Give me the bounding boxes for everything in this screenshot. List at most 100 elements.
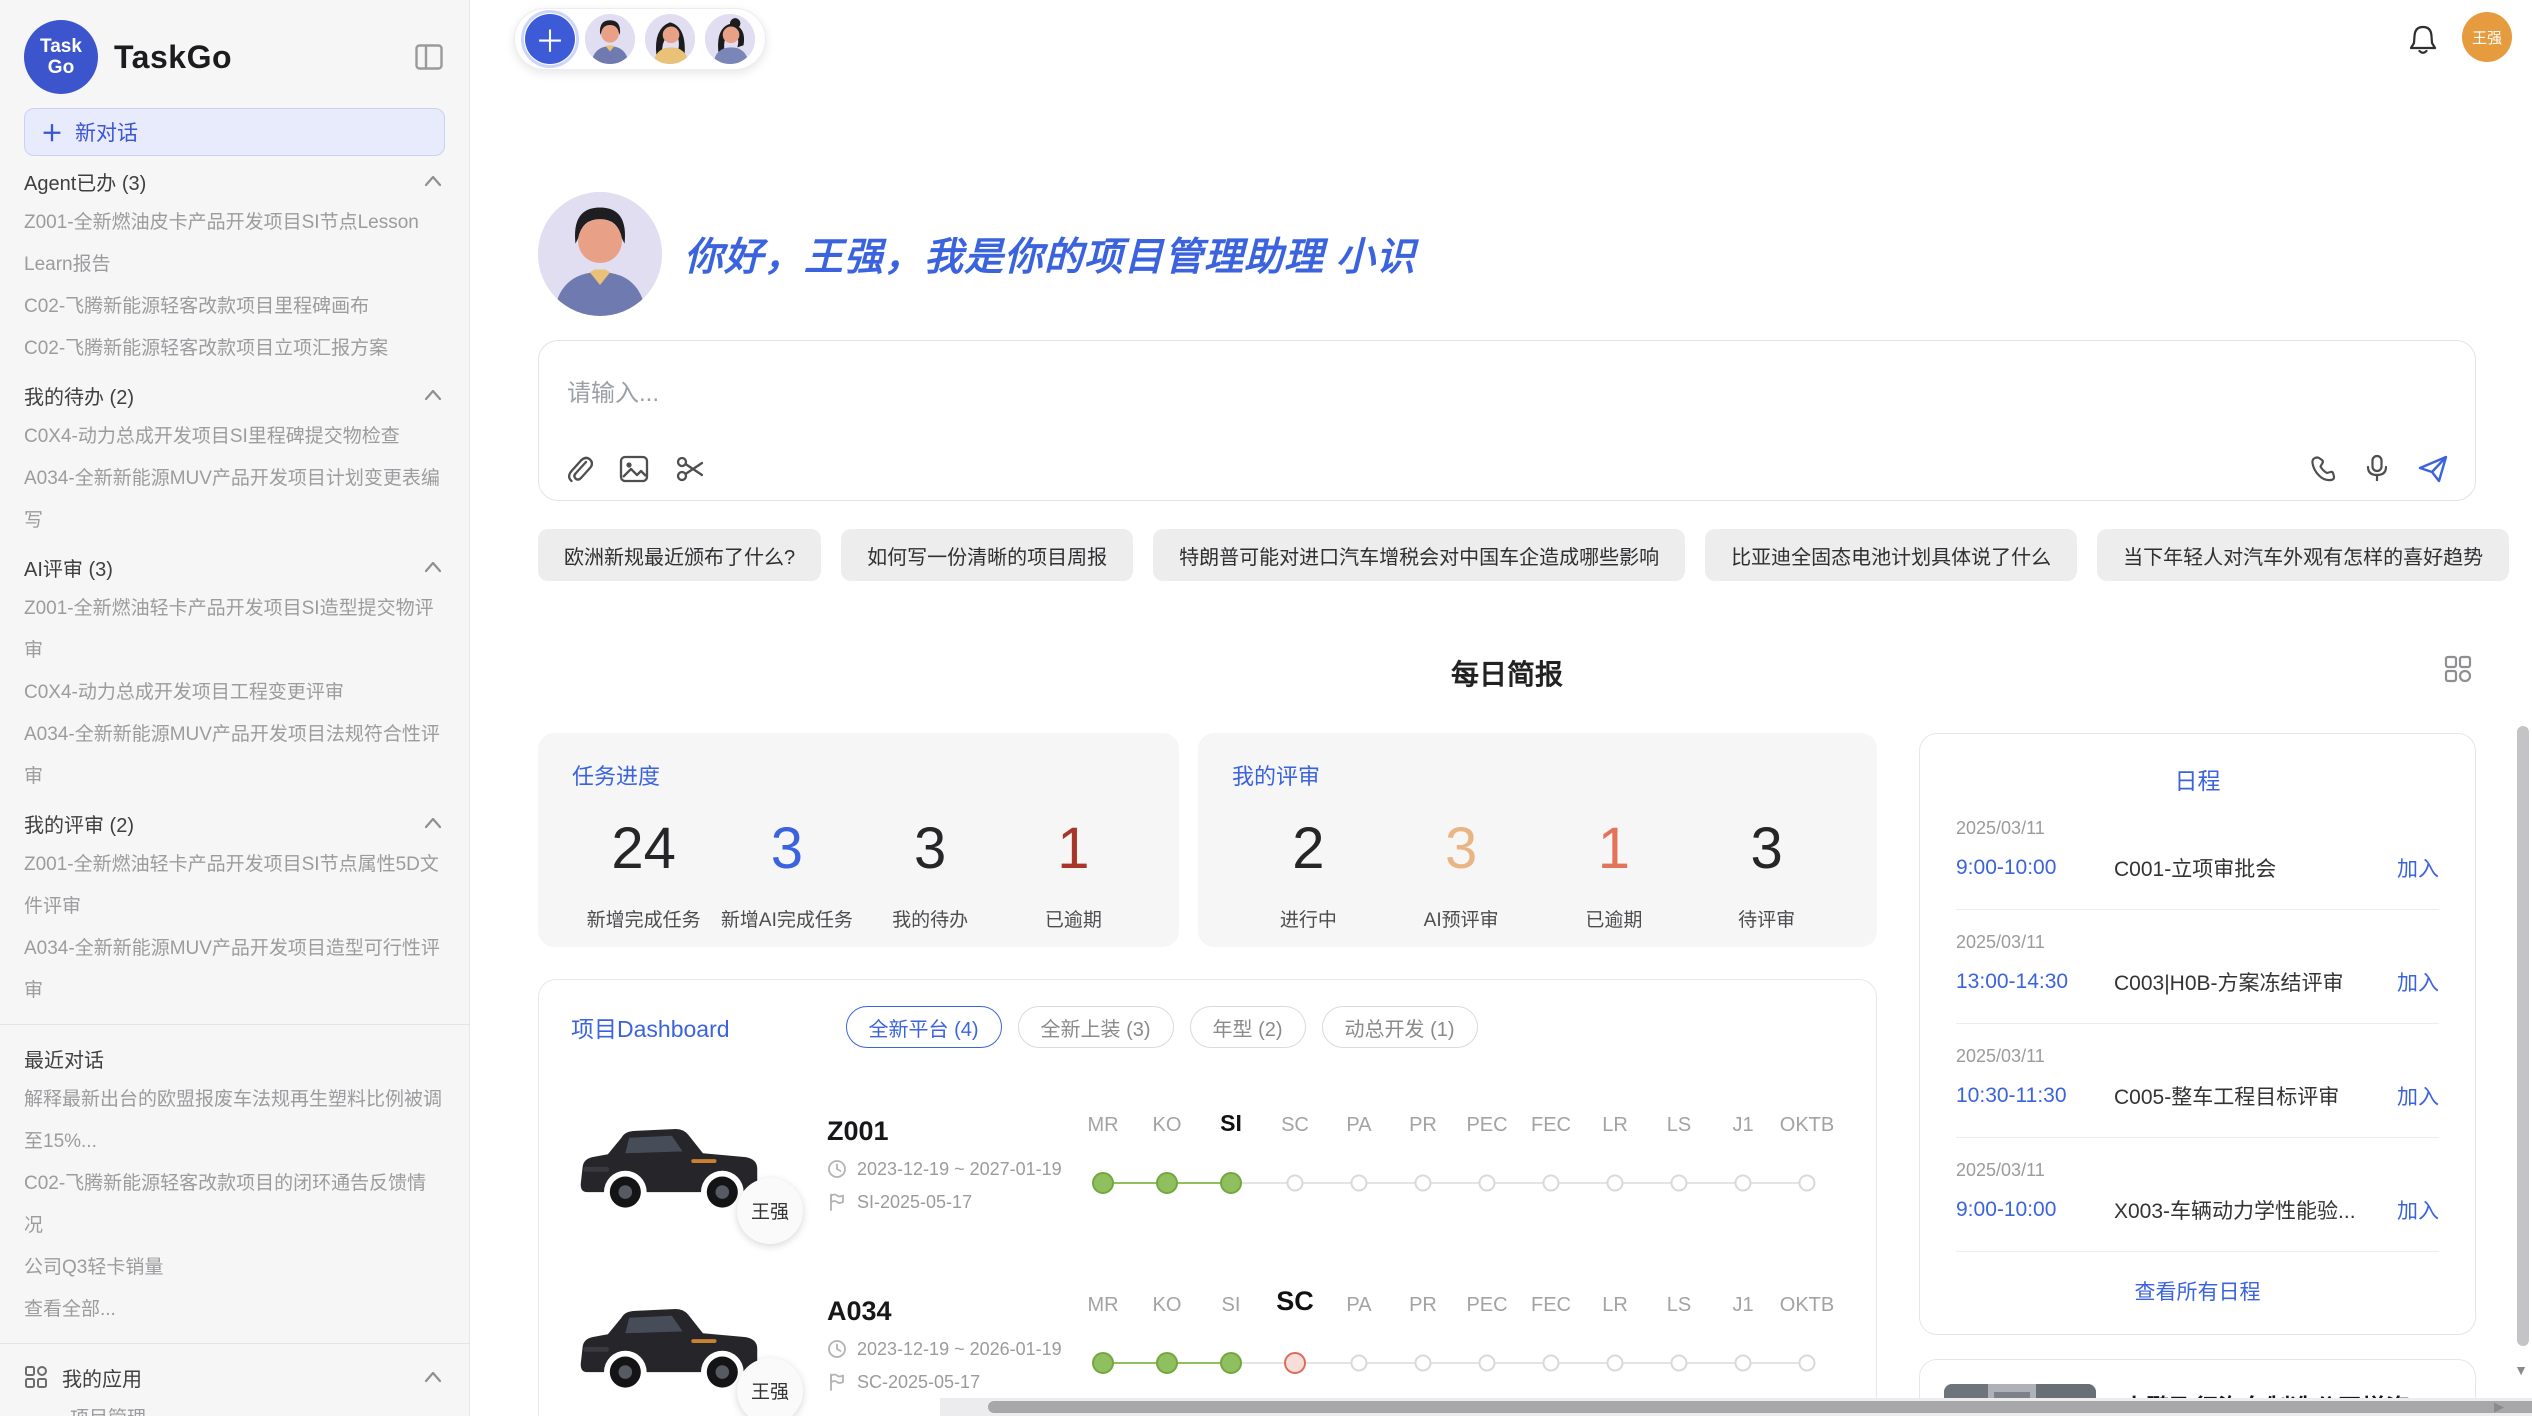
section-header[interactable]: 我的评审 (2) — [24, 802, 445, 844]
chevron-up-icon[interactable] — [421, 814, 445, 832]
milestone-dot[interactable] — [1220, 1172, 1242, 1194]
milestone-dot[interactable] — [1799, 1175, 1816, 1192]
milestone-dot[interactable] — [1479, 1355, 1496, 1372]
sidebar-item[interactable]: A034-全新新能源MUV产品开发项目法规符合性评审 — [24, 714, 445, 798]
apps-grid-icon — [24, 1365, 48, 1389]
dashboard-filter-chip[interactable]: 全新上装 (3) — [1018, 1006, 1174, 1048]
dashboard-filter-chip[interactable]: 全新平台 (4) — [846, 1006, 1002, 1048]
microphone-icon[interactable] — [2365, 454, 2389, 484]
suggestion-chip[interactable]: 欧洲新规最近颁布了什么? — [538, 529, 821, 581]
recent-header: 最近对话 — [24, 1037, 445, 1079]
chevron-up-icon[interactable] — [421, 172, 445, 190]
new-chat-button[interactable]: ＋ 新对话 — [24, 108, 445, 156]
milestone-dot[interactable] — [1156, 1352, 1178, 1374]
chevron-up-icon[interactable] — [421, 1368, 445, 1386]
dashboard-filter-chip[interactable]: 动总开发 (1) — [1322, 1006, 1478, 1048]
chevron-up-icon[interactable] — [421, 558, 445, 576]
scissors-icon[interactable] — [675, 455, 705, 483]
my-apps-header[interactable]: 我的应用 — [24, 1356, 445, 1398]
section-label: 我的评审 (2) — [24, 809, 134, 838]
project-flag: SC-2025-05-17 — [827, 1372, 1079, 1393]
milestone-dot[interactable] — [1351, 1355, 1368, 1372]
sidebar-item[interactable]: C0X4-动力总成开发项目工程变更评审 — [24, 672, 445, 714]
project-row[interactable]: 王强 Z001 2023-12-19 ~ 2027-01-19 SI-2025-… — [571, 1100, 1844, 1228]
paperclip-icon[interactable] — [565, 454, 593, 484]
stat-card: 我的评审 2 进行中 3 AI预评审 1 已逾期 3 待评审 — [1198, 733, 1877, 947]
recent-label: 最近对话 — [24, 1044, 104, 1073]
milestone-dot[interactable] — [1415, 1355, 1432, 1372]
milestone-dot[interactable] — [1671, 1355, 1688, 1372]
suggestion-chip[interactable]: 当下年轻人对汽车外观有怎样的喜好趋势 — [2097, 529, 2509, 581]
milestone-dot[interactable] — [1092, 1172, 1114, 1194]
right-column: 日程 2025/03/11 9:00-10:00 C001-立项审批会 加入 2… — [1919, 733, 2476, 1416]
milestone-dot[interactable] — [1479, 1175, 1496, 1192]
sidebar-item[interactable]: Z001-全新燃油皮卡产品开发项目SI节点Lesson Learn报告 — [24, 202, 445, 286]
view-all-schedule-link[interactable]: 查看所有日程 — [1956, 1252, 2439, 1314]
milestone-dot[interactable] — [1735, 1175, 1752, 1192]
join-link[interactable]: 加入 — [2397, 1081, 2439, 1111]
join-link[interactable]: 加入 — [2397, 853, 2439, 883]
milestone-dot[interactable] — [1543, 1175, 1560, 1192]
chevron-up-icon[interactable] — [421, 386, 445, 404]
dashboard-filter-chip[interactable]: 年型 (2) — [1190, 1006, 1306, 1048]
milestone-dot[interactable] — [1092, 1352, 1114, 1374]
milestone-dot[interactable] — [1607, 1355, 1624, 1372]
sidebar-item[interactable]: A034-全新新能源MUV产品开发项目造型可行性评审 — [24, 928, 445, 1012]
milestone-dot[interactable] — [1607, 1175, 1624, 1192]
milestone-dot[interactable] — [1220, 1352, 1242, 1374]
sidebar-item[interactable]: Z001-全新燃油轻卡产品开发项目SI节点属性5D文件评审 — [24, 844, 445, 928]
scroll-down-arrow-icon[interactable]: ▼ — [2514, 1362, 2528, 1378]
recent-conversation-item[interactable]: 解释最新出台的欧盟报废车法规再生塑料比例被调至15%... — [24, 1079, 445, 1163]
milestone-dot[interactable] — [1735, 1355, 1752, 1372]
image-icon[interactable] — [619, 455, 649, 483]
layout-grid-icon[interactable] — [2444, 655, 2472, 683]
section-header[interactable]: AI评审 (3) — [24, 546, 445, 588]
section-header[interactable]: 我的待办 (2) — [24, 374, 445, 416]
chat-input-box[interactable]: 请输入... — [538, 340, 2476, 501]
milestone-dot[interactable] — [1415, 1175, 1432, 1192]
milestone-dot[interactable] — [1543, 1355, 1560, 1372]
schedule-date: 2025/03/11 — [1956, 932, 2439, 953]
phone-icon[interactable] — [2309, 455, 2337, 483]
input-toolbar-left — [565, 454, 705, 484]
sidebar-item[interactable]: C02-飞腾新能源轻客改款项目立项汇报方案 — [24, 328, 445, 370]
send-icon[interactable] — [2417, 454, 2449, 484]
recent-conversation-item[interactable]: 查看全部... — [24, 1289, 445, 1331]
horizontal-scrollbar[interactable]: ▶ — [940, 1398, 2532, 1416]
suggestion-chip[interactable]: 特朗普可能对进口汽车增税会对中国车企造成哪些影响 — [1153, 529, 1685, 581]
join-link[interactable]: 加入 — [2397, 967, 2439, 997]
app-item[interactable]: 项目管理 — [24, 1398, 445, 1416]
stat-card: 任务进度 24 新增完成任务 3 新增AI完成任务 3 我的待办 1 已逾期 — [538, 733, 1179, 947]
teammate-avatar-1[interactable] — [585, 14, 635, 64]
milestone-dot[interactable] — [1284, 1352, 1306, 1374]
stat-value: 1 — [1002, 817, 1145, 881]
milestone-dot[interactable] — [1156, 1172, 1178, 1194]
sidebar-item[interactable]: C02-飞腾新能源轻客改款项目里程碑画布 — [24, 286, 445, 328]
milestone-dot[interactable] — [1351, 1175, 1368, 1192]
schedule-time: 13:00-14:30 — [1956, 970, 2114, 994]
section-header[interactable]: Agent已办 (3) — [24, 160, 445, 202]
scroll-right-arrow-icon[interactable]: ▶ — [2494, 1399, 2504, 1415]
project-image: 王强 — [571, 1287, 777, 1402]
daily-briefing-title: 每日简报 — [1451, 659, 1563, 690]
collapse-sidebar-icon[interactable] — [415, 44, 443, 70]
sidebar-item[interactable]: A034-全新新能源MUV产品开发项目计划变更表编写 — [24, 458, 445, 542]
project-row[interactable]: 王强 A034 2023-12-19 ~ 2026-01-19 SC-2025-… — [571, 1280, 1844, 1408]
suggestion-chip[interactable]: 比亚迪全固态电池计划具体说了什么 — [1705, 529, 2077, 581]
milestone-dot[interactable] — [1799, 1355, 1816, 1372]
milestone-dot[interactable] — [1287, 1175, 1304, 1192]
recent-conversation-item[interactable]: 公司Q3轻卡销量 — [24, 1247, 445, 1289]
sidebar-item[interactable]: Z001-全新燃油轻卡产品开发项目SI造型提交物评审 — [24, 588, 445, 672]
join-link[interactable]: 加入 — [2397, 1195, 2439, 1225]
horizontal-scrollbar-thumb[interactable] — [988, 1401, 2532, 1413]
suggestion-chip[interactable]: 如何写一份清晰的项目周报 — [841, 529, 1133, 581]
new-conversation-plus-icon[interactable]: ＋ — [525, 14, 575, 64]
left-column: 任务进度 24 新增完成任务 3 新增AI完成任务 3 我的待办 1 已逾期 我… — [538, 733, 1877, 1416]
teammate-avatar-3[interactable] — [705, 14, 755, 64]
vertical-scrollbar-thumb[interactable] — [2517, 726, 2529, 1346]
teammate-avatar-2[interactable] — [645, 14, 695, 64]
stat-value: 3 — [1385, 817, 1538, 881]
recent-conversation-item[interactable]: C02-飞腾新能源轻客改款项目的闭环通告反馈情况 — [24, 1163, 445, 1247]
sidebar-item[interactable]: C0X4-动力总成开发项目SI里程碑提交物检查 — [24, 416, 445, 458]
milestone-dot[interactable] — [1671, 1175, 1688, 1192]
